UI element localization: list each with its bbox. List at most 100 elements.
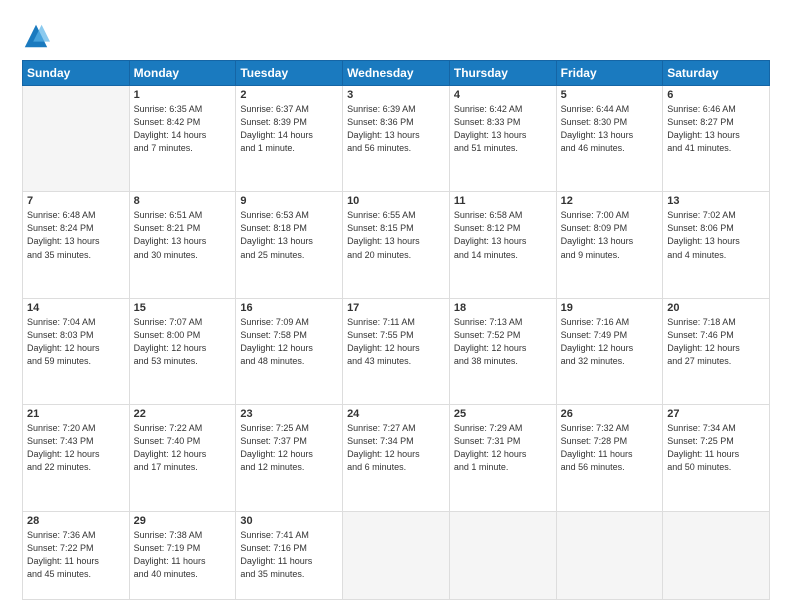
calendar-cell: 12Sunrise: 7:00 AM Sunset: 8:09 PM Dayli…	[556, 192, 663, 298]
day-number: 8	[134, 195, 232, 207]
day-info: Sunrise: 7:38 AM Sunset: 7:19 PM Dayligh…	[134, 529, 232, 581]
calendar-week-row: 14 Sunrise: 7:04 AM Sunset: 8:03 PM Dayli…	[23, 298, 770, 404]
day-info: Sunrise: 7:00 AM Sunset: 8:09 PM Dayligh…	[561, 209, 659, 261]
calendar-cell: 25Sunrise: 7:29 AM Sunset: 7:31 PM Dayli…	[449, 405, 556, 511]
day-info: Sunrise: 7:04 AM Sunset: 8:03 PM Dayligh…	[27, 316, 125, 368]
day-info: Sunrise: 6:48 AM Sunset: 8:24 PM Dayligh…	[27, 209, 125, 261]
logo	[22, 22, 54, 50]
calendar-header-row: SundayMondayTuesdayWednesdayThursdayFrid…	[23, 61, 770, 86]
calendar-cell: 11 Sunrise: 6:58 AM Sunset: 8:12 PM Dayli…	[449, 192, 556, 298]
day-info: Sunrise: 7:34 AM Sunset: 7:25 PM Dayligh…	[667, 422, 765, 474]
calendar-cell: 17Sunrise: 7:11 AM Sunset: 7:55 PM Dayli…	[343, 298, 450, 404]
header	[22, 18, 770, 50]
calendar-cell: 4 Sunrise: 6:42 AM Sunset: 8:33 PM Daylig…	[449, 86, 556, 192]
day-number: 21	[27, 408, 125, 420]
calendar-week-row: 7 Sunrise: 6:48 AM Sunset: 8:24 PM Daylig…	[23, 192, 770, 298]
calendar-cell: 27 Sunrise: 7:34 AM Sunset: 7:25 PM Dayli…	[663, 405, 770, 511]
calendar-cell: 22Sunrise: 7:22 AM Sunset: 7:40 PM Dayli…	[129, 405, 236, 511]
day-info: Sunrise: 7:09 AM Sunset: 7:58 PM Dayligh…	[240, 316, 338, 368]
calendar-cell: 9 Sunrise: 6:53 AM Sunset: 8:18 PM Daylig…	[236, 192, 343, 298]
calendar-cell: 2 Sunrise: 6:37 AM Sunset: 8:39 PM Daylig…	[236, 86, 343, 192]
day-info: Sunrise: 7:22 AM Sunset: 7:40 PM Dayligh…	[134, 422, 232, 474]
day-info: Sunrise: 6:58 AM Sunset: 8:12 PM Dayligh…	[454, 209, 552, 261]
calendar-cell	[556, 511, 663, 600]
day-number: 29	[134, 515, 232, 527]
day-number: 7	[27, 195, 125, 207]
day-number: 11	[454, 195, 552, 207]
calendar-week-row: 21 Sunrise: 7:20 AM Sunset: 7:43 PM Dayli…	[23, 405, 770, 511]
day-number: 9	[240, 195, 338, 207]
day-number: 27	[667, 408, 765, 420]
calendar-cell: 3 Sunrise: 6:39 AM Sunset: 8:36 PM Daylig…	[343, 86, 450, 192]
day-info: Sunrise: 7:29 AM Sunset: 7:31 PM Dayligh…	[454, 422, 552, 474]
calendar-cell: 24 Sunrise: 7:27 AM Sunset: 7:34 PM Dayli…	[343, 405, 450, 511]
calendar-cell: 5 Sunrise: 6:44 AM Sunset: 8:30 PM Daylig…	[556, 86, 663, 192]
day-number: 4	[454, 89, 552, 101]
calendar-cell: 6 Sunrise: 6:46 AM Sunset: 8:27 PM Daylig…	[663, 86, 770, 192]
day-number: 3	[347, 89, 445, 101]
calendar-table: SundayMondayTuesdayWednesdayThursdayFrid…	[22, 60, 770, 600]
calendar-cell: 30 Sunrise: 7:41 AM Sunset: 7:16 PM Dayli…	[236, 511, 343, 600]
day-info: Sunrise: 7:25 AM Sunset: 7:37 PM Dayligh…	[240, 422, 338, 474]
calendar-cell: 28Sunrise: 7:36 AM Sunset: 7:22 PM Dayli…	[23, 511, 130, 600]
day-info: Sunrise: 7:41 AM Sunset: 7:16 PM Dayligh…	[240, 529, 338, 581]
calendar-header-monday: Monday	[129, 61, 236, 86]
day-info: Sunrise: 7:32 AM Sunset: 7:28 PM Dayligh…	[561, 422, 659, 474]
calendar-cell: 14 Sunrise: 7:04 AM Sunset: 8:03 PM Dayli…	[23, 298, 130, 404]
day-info: Sunrise: 7:36 AM Sunset: 7:22 PM Dayligh…	[27, 529, 125, 581]
calendar-cell: 16Sunrise: 7:09 AM Sunset: 7:58 PM Dayli…	[236, 298, 343, 404]
day-info: Sunrise: 6:55 AM Sunset: 8:15 PM Dayligh…	[347, 209, 445, 261]
calendar-header-tuesday: Tuesday	[236, 61, 343, 86]
calendar-cell: 19 Sunrise: 7:16 AM Sunset: 7:49 PM Dayli…	[556, 298, 663, 404]
day-number: 19	[561, 302, 659, 314]
day-info: Sunrise: 6:42 AM Sunset: 8:33 PM Dayligh…	[454, 103, 552, 155]
day-number: 24	[347, 408, 445, 420]
calendar-cell: 10 Sunrise: 6:55 AM Sunset: 8:15 PM Dayli…	[343, 192, 450, 298]
day-number: 14	[27, 302, 125, 314]
calendar-header-friday: Friday	[556, 61, 663, 86]
calendar-cell	[343, 511, 450, 600]
calendar-cell: 29 Sunrise: 7:38 AM Sunset: 7:19 PM Dayli…	[129, 511, 236, 600]
calendar-cell: 23 Sunrise: 7:25 AM Sunset: 7:37 PM Dayli…	[236, 405, 343, 511]
day-number: 18	[454, 302, 552, 314]
day-info: Sunrise: 7:02 AM Sunset: 8:06 PM Dayligh…	[667, 209, 765, 261]
calendar-cell: 18 Sunrise: 7:13 AM Sunset: 7:52 PM Dayli…	[449, 298, 556, 404]
day-number: 6	[667, 89, 765, 101]
day-info: Sunrise: 6:37 AM Sunset: 8:39 PM Dayligh…	[240, 103, 338, 155]
day-info: Sunrise: 6:53 AM Sunset: 8:18 PM Dayligh…	[240, 209, 338, 261]
day-number: 26	[561, 408, 659, 420]
day-info: Sunrise: 6:46 AM Sunset: 8:27 PM Dayligh…	[667, 103, 765, 155]
day-number: 10	[347, 195, 445, 207]
calendar-cell	[23, 86, 130, 192]
day-info: Sunrise: 7:13 AM Sunset: 7:52 PM Dayligh…	[454, 316, 552, 368]
calendar-header-thursday: Thursday	[449, 61, 556, 86]
calendar-cell: 26 Sunrise: 7:32 AM Sunset: 7:28 PM Dayli…	[556, 405, 663, 511]
day-info: Sunrise: 7:20 AM Sunset: 7:43 PM Dayligh…	[27, 422, 125, 474]
day-info: Sunrise: 6:44 AM Sunset: 8:30 PM Dayligh…	[561, 103, 659, 155]
day-number: 5	[561, 89, 659, 101]
calendar-cell	[663, 511, 770, 600]
calendar-cell: 13Sunrise: 7:02 AM Sunset: 8:06 PM Dayli…	[663, 192, 770, 298]
day-number: 23	[240, 408, 338, 420]
day-info: Sunrise: 7:07 AM Sunset: 8:00 PM Dayligh…	[134, 316, 232, 368]
calendar-cell: 15 Sunrise: 7:07 AM Sunset: 8:00 PM Dayli…	[129, 298, 236, 404]
page: SundayMondayTuesdayWednesdayThursdayFrid…	[0, 0, 792, 612]
day-number: 15	[134, 302, 232, 314]
day-info: Sunrise: 7:16 AM Sunset: 7:49 PM Dayligh…	[561, 316, 659, 368]
calendar-cell	[449, 511, 556, 600]
calendar-header-sunday: Sunday	[23, 61, 130, 86]
calendar-week-row: 1 Sunrise: 6:35 AM Sunset: 8:42 PM Daylig…	[23, 86, 770, 192]
day-number: 2	[240, 89, 338, 101]
calendar-cell: 7 Sunrise: 6:48 AM Sunset: 8:24 PM Daylig…	[23, 192, 130, 298]
calendar-cell: 8 Sunrise: 6:51 AM Sunset: 8:21 PM Daylig…	[129, 192, 236, 298]
day-number: 17	[347, 302, 445, 314]
day-info: Sunrise: 7:18 AM Sunset: 7:46 PM Dayligh…	[667, 316, 765, 368]
day-number: 1	[134, 89, 232, 101]
day-number: 30	[240, 515, 338, 527]
day-info: Sunrise: 6:35 AM Sunset: 8:42 PM Dayligh…	[134, 103, 232, 155]
logo-icon	[22, 22, 50, 50]
day-info: Sunrise: 7:27 AM Sunset: 7:34 PM Dayligh…	[347, 422, 445, 474]
calendar-cell: 1 Sunrise: 6:35 AM Sunset: 8:42 PM Daylig…	[129, 86, 236, 192]
day-info: Sunrise: 6:51 AM Sunset: 8:21 PM Dayligh…	[134, 209, 232, 261]
day-info: Sunrise: 6:39 AM Sunset: 8:36 PM Dayligh…	[347, 103, 445, 155]
